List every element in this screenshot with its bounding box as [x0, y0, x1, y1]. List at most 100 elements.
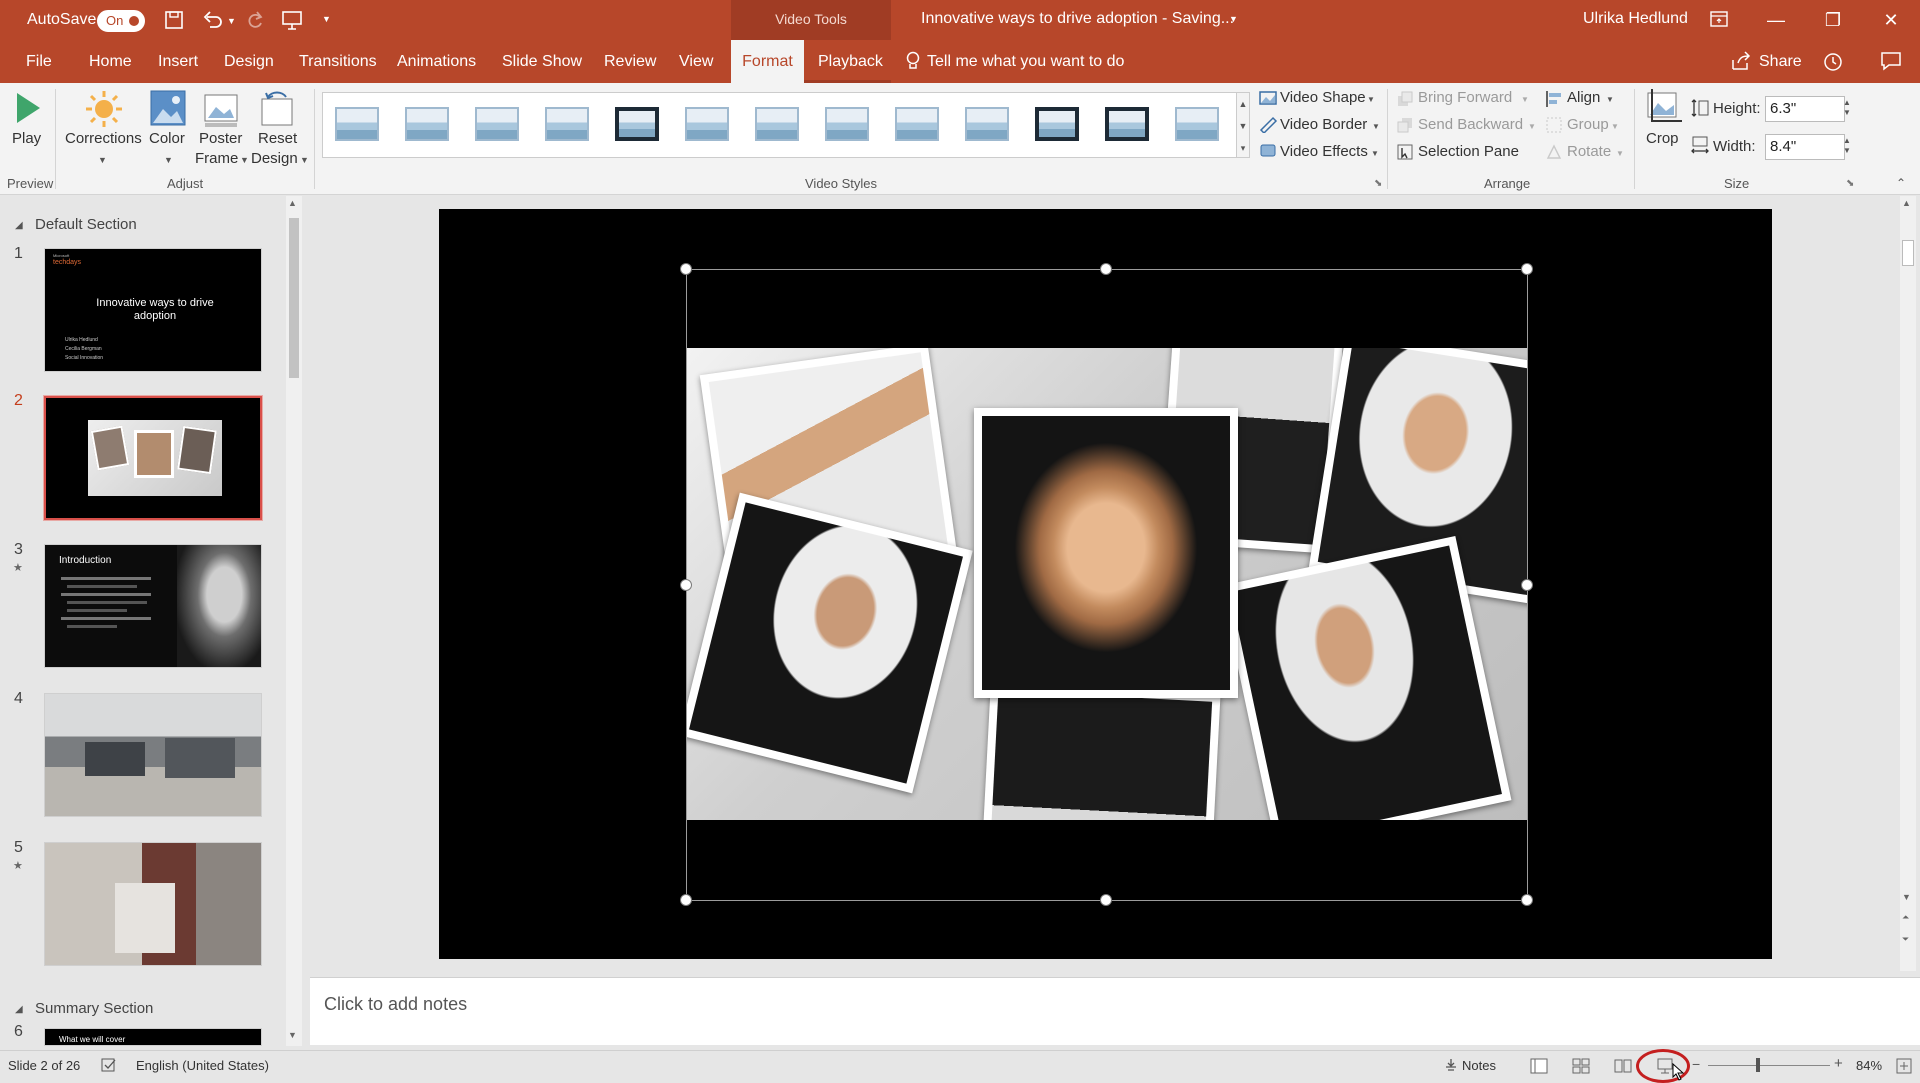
- tab-slide-show[interactable]: Slide Show: [498, 40, 586, 83]
- zoom-slider[interactable]: [1708, 1065, 1830, 1066]
- scroll-thumb[interactable]: [1902, 240, 1914, 266]
- video-effects-icon[interactable]: [1258, 141, 1278, 159]
- undo-dropdown-icon[interactable]: ▼: [227, 16, 236, 26]
- play-icon[interactable]: [14, 91, 42, 125]
- poster-frame-label-1[interactable]: Poster: [199, 130, 242, 147]
- language-indicator[interactable]: English (United States): [136, 1058, 269, 1073]
- group-button[interactable]: Group: [1567, 116, 1609, 133]
- slide-thumbnail-3[interactable]: Introduction: [44, 544, 262, 668]
- poster-frame-dropdown-icon[interactable]: ▼: [240, 155, 249, 165]
- crop-icon[interactable]: [1644, 89, 1682, 129]
- tab-file[interactable]: File: [22, 40, 56, 83]
- share-button[interactable]: Share: [1759, 53, 1802, 71]
- resize-handle-bottom-left[interactable]: [680, 894, 692, 906]
- video-shape-icon[interactable]: [1258, 89, 1278, 107]
- align-icon[interactable]: [1545, 90, 1563, 108]
- tab-review[interactable]: Review: [600, 40, 660, 83]
- bring-forward-button[interactable]: Bring Forward: [1418, 89, 1512, 106]
- slide-thumbnail-4[interactable]: [44, 693, 262, 817]
- tab-playback[interactable]: Playback: [814, 40, 887, 83]
- share-icon[interactable]: [1730, 51, 1752, 71]
- align-button[interactable]: Align: [1567, 89, 1600, 106]
- send-backward-icon[interactable]: [1396, 116, 1414, 134]
- resize-handle-top-right[interactable]: [1521, 263, 1533, 275]
- video-style-thumb[interactable]: [405, 107, 449, 141]
- next-slide-icon[interactable]: ⏷: [1902, 934, 1909, 944]
- fit-slide-icon[interactable]: [1896, 1058, 1912, 1074]
- tab-view[interactable]: View: [675, 40, 717, 83]
- close-button[interactable]: ✕: [1868, 0, 1914, 40]
- play-button[interactable]: Play: [12, 130, 41, 147]
- scroll-down-icon[interactable]: ▼: [1902, 892, 1911, 902]
- slide-counter[interactable]: Slide 2 of 26: [8, 1058, 80, 1073]
- redo-icon[interactable]: [244, 9, 266, 31]
- reading-view-icon[interactable]: [1614, 1058, 1632, 1074]
- comments-icon[interactable]: [1880, 51, 1902, 71]
- selection-frame[interactable]: [686, 269, 1528, 901]
- tab-design[interactable]: Design: [220, 40, 278, 83]
- video-style-thumb[interactable]: [1035, 107, 1079, 141]
- video-style-thumb[interactable]: [685, 107, 729, 141]
- resize-handle-top-left[interactable]: [680, 263, 692, 275]
- user-name[interactable]: Ulrika Hedlund: [1583, 10, 1688, 28]
- video-style-thumb[interactable]: [1105, 107, 1149, 141]
- video-border-icon[interactable]: [1258, 115, 1278, 133]
- previous-slide-icon[interactable]: ⏶: [1902, 912, 1909, 922]
- height-spinner[interactable]: ▲ ▼: [1843, 98, 1851, 118]
- tab-animations[interactable]: Animations: [393, 40, 480, 83]
- resize-handle-top[interactable]: [1100, 263, 1112, 275]
- reset-design-icon[interactable]: [258, 89, 296, 129]
- collapse-ribbon-icon[interactable]: ⌃: [1896, 176, 1906, 190]
- normal-view-icon[interactable]: [1530, 1058, 1548, 1074]
- video-style-thumb[interactable]: [895, 107, 939, 141]
- rotate-dropdown-icon[interactable]: ▼: [1616, 149, 1624, 158]
- resize-handle-right[interactable]: [1521, 579, 1533, 591]
- poster-frame-label-2[interactable]: Frame: [195, 150, 238, 167]
- send-backward-dropdown-icon[interactable]: ▼: [1528, 122, 1536, 131]
- zoom-slider-thumb[interactable]: [1756, 1058, 1760, 1072]
- tab-format[interactable]: Format: [731, 40, 804, 83]
- bring-forward-dropdown-icon[interactable]: ▼: [1521, 95, 1529, 104]
- selection-pane-button[interactable]: Selection Pane: [1418, 143, 1519, 160]
- width-spinner[interactable]: ▲ ▼: [1843, 136, 1851, 156]
- undo-icon[interactable]: [201, 9, 225, 31]
- notes-button[interactable]: Notes: [1462, 1058, 1496, 1073]
- start-from-beginning-icon[interactable]: [280, 9, 304, 31]
- history-icon[interactable]: [1822, 51, 1844, 73]
- reset-design-dropdown-icon[interactable]: ▼: [300, 155, 309, 165]
- restore-button[interactable]: ❐: [1810, 0, 1856, 40]
- reset-design-label-2[interactable]: Design: [251, 150, 298, 167]
- send-backward-button[interactable]: Send Backward: [1418, 116, 1523, 133]
- notes-pane[interactable]: Click to add notes: [310, 977, 1920, 1045]
- bring-forward-icon[interactable]: [1396, 90, 1414, 108]
- color-dropdown-icon[interactable]: ▼: [164, 155, 173, 165]
- resize-handle-left[interactable]: [680, 579, 692, 591]
- title-dropdown-icon[interactable]: ▼: [1229, 14, 1238, 24]
- video-styles-gallery[interactable]: [322, 92, 1242, 158]
- customize-qat-icon[interactable]: ▼: [322, 14, 331, 24]
- minimize-button[interactable]: —: [1753, 0, 1799, 40]
- corrections-dropdown-icon[interactable]: ▼: [98, 155, 107, 165]
- width-input[interactable]: 8.4": [1765, 134, 1845, 160]
- zoom-level[interactable]: 84%: [1856, 1058, 1882, 1073]
- video-style-thumb[interactable]: [825, 107, 869, 141]
- size-dialog-launcher-icon[interactable]: ⬊: [1846, 178, 1854, 189]
- resize-handle-bottom-right[interactable]: [1521, 894, 1533, 906]
- scroll-down-icon[interactable]: ▼: [288, 1030, 297, 1040]
- zoom-out-icon[interactable]: −: [1692, 1056, 1700, 1072]
- spell-check-icon[interactable]: [100, 1057, 118, 1073]
- save-icon[interactable]: [163, 9, 185, 31]
- section-collapse-icon[interactable]: ◢: [15, 220, 23, 231]
- height-input[interactable]: 6.3": [1765, 96, 1845, 122]
- video-style-thumb[interactable]: [545, 107, 589, 141]
- selection-pane-icon[interactable]: [1396, 143, 1414, 161]
- rotate-button[interactable]: Rotate: [1567, 143, 1611, 160]
- slide-thumbnail-5[interactable]: [44, 842, 262, 966]
- corrections-button[interactable]: Corrections: [65, 130, 142, 147]
- reset-design-label-1[interactable]: Reset: [258, 130, 297, 147]
- group-icon[interactable]: [1545, 116, 1563, 134]
- slide-thumbnail-1[interactable]: Microsoft techdays Innovative ways to dr…: [44, 248, 262, 372]
- corrections-icon[interactable]: [84, 89, 124, 129]
- crop-button[interactable]: Crop: [1646, 130, 1679, 147]
- document-title[interactable]: Innovative ways to drive adoption - Savi…: [921, 10, 1234, 28]
